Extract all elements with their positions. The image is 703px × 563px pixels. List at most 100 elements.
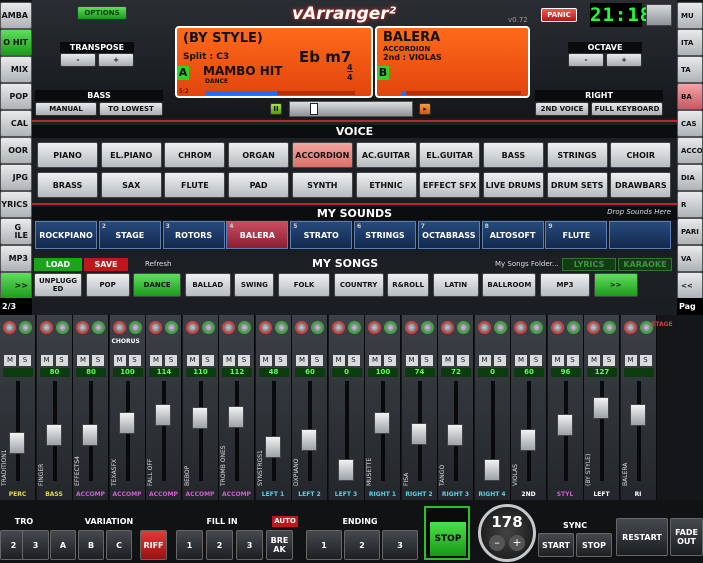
restart-button[interactable]: RESTART xyxy=(616,518,668,556)
right-sidebar-item[interactable]: ACCO xyxy=(677,137,703,164)
fill-button[interactable]: 2 xyxy=(206,530,233,560)
song-folder-button[interactable]: R&ROLL xyxy=(387,273,430,297)
sound-slot[interactable]: 3 ROTORS xyxy=(162,221,225,249)
pan-knob-icon[interactable] xyxy=(76,321,89,334)
voice-button[interactable]: SAX xyxy=(100,172,162,198)
fill-button[interactable]: 3 xyxy=(236,530,263,560)
song-folder-button[interactable]: DANCE xyxy=(133,273,182,297)
mute-button[interactable]: M xyxy=(478,355,491,366)
left-sidebar-item[interactable]: POP xyxy=(0,83,32,110)
song-folder-button[interactable]: >> xyxy=(593,273,638,297)
voice-button[interactable]: EL.GUITAR xyxy=(419,142,481,168)
voice-button[interactable]: AC.GUITAR xyxy=(355,142,417,168)
transpose-plus-button[interactable]: + xyxy=(98,53,134,67)
pan-knob-icon[interactable] xyxy=(441,321,454,334)
right-sidebar-item[interactable]: CAS xyxy=(677,110,703,137)
mute-button[interactable]: M xyxy=(259,355,272,366)
song-folder-button[interactable]: BALLROOM xyxy=(482,273,537,297)
volume-fader[interactable] xyxy=(447,423,463,446)
song-folder-button[interactable]: SWING xyxy=(234,273,275,297)
voice-button[interactable]: LIVE DRUMS xyxy=(482,172,544,198)
mute-button[interactable]: M xyxy=(369,355,381,366)
var-button[interactable]: RIFF xyxy=(140,530,167,560)
reverb-knob-icon[interactable] xyxy=(92,321,105,334)
mute-button[interactable]: M xyxy=(624,355,637,366)
right-sidebar-item[interactable]: TA xyxy=(677,56,703,83)
volume-fader[interactable] xyxy=(556,413,573,436)
mute-button[interactable]: M xyxy=(4,355,16,366)
voice-button[interactable]: DRAWBARS xyxy=(610,172,672,198)
options-button[interactable]: OPTIONS xyxy=(77,6,127,20)
volume-fader[interactable] xyxy=(9,431,25,454)
pan-knob-icon[interactable] xyxy=(514,321,527,334)
sound-slot[interactable]: 6 STRINGS xyxy=(354,221,416,249)
reverb-knob-icon[interactable] xyxy=(311,321,324,334)
right-sidebar-item[interactable]: PARI xyxy=(677,218,703,245)
solo-button[interactable]: S xyxy=(420,355,433,366)
reverb-knob-icon[interactable] xyxy=(55,321,69,334)
var-button[interactable]: B xyxy=(78,530,104,560)
mute-button[interactable]: M xyxy=(186,355,199,366)
octave-minus-button[interactable]: - xyxy=(568,53,604,67)
sound-slot[interactable] xyxy=(609,221,672,249)
songs-folder-link[interactable]: My Songs Folder... xyxy=(495,260,559,268)
solo-button[interactable]: S xyxy=(165,355,177,366)
solo-button[interactable]: S xyxy=(201,355,214,366)
solo-button[interactable]: S xyxy=(493,355,506,366)
save-button[interactable]: SAVE xyxy=(84,258,128,271)
bass-manual-button[interactable]: MANUAL xyxy=(35,102,97,116)
octave-plus-button[interactable]: + xyxy=(606,53,642,67)
end-button[interactable]: 3 xyxy=(382,530,418,560)
solo-button[interactable]: S xyxy=(384,355,396,366)
lyrics-button[interactable]: LYRICS xyxy=(562,258,616,271)
pan-knob-icon[interactable] xyxy=(258,321,272,334)
var-button[interactable]: C xyxy=(106,530,132,560)
reverb-knob-icon[interactable] xyxy=(238,321,251,334)
reverb-knob-icon[interactable] xyxy=(603,321,616,334)
pan-knob-icon[interactable] xyxy=(39,321,53,334)
volume-fader[interactable] xyxy=(264,435,281,458)
sync-stop-button[interactable]: STOP xyxy=(576,533,612,557)
sound-slot[interactable]: 9 FLUTE xyxy=(545,221,608,249)
play-button[interactable]: ▸ xyxy=(419,103,431,115)
volume-fader[interactable] xyxy=(337,459,354,481)
reverb-knob-icon[interactable] xyxy=(347,321,361,334)
sound-slot[interactable]: 4 BALERA xyxy=(226,221,289,249)
mute-button[interactable]: M xyxy=(77,355,89,366)
solo-button[interactable]: S xyxy=(457,355,469,366)
intro-button[interactable]: 3 xyxy=(22,530,49,560)
volume-fader[interactable] xyxy=(82,423,98,446)
panic-button[interactable]: PANIC xyxy=(541,8,577,22)
voice-button[interactable]: BRASS xyxy=(37,172,98,198)
solo-button[interactable]: S xyxy=(55,355,68,366)
song-folder-button[interactable]: FOLK xyxy=(278,273,330,297)
solo-button[interactable]: S xyxy=(639,355,652,366)
karaoke-button[interactable]: KARAOKE xyxy=(618,258,672,271)
left-sidebar-item[interactable]: CAL xyxy=(0,110,32,137)
right-sidebar-item[interactable]: << xyxy=(677,272,703,299)
pan-knob-icon[interactable] xyxy=(149,321,162,334)
sound-slot[interactable]: 8 ALTOSOFT xyxy=(481,221,544,249)
song-position-slider[interactable] xyxy=(289,101,413,117)
song-folder-button[interactable]: UNPLUGG ED xyxy=(34,273,82,297)
mute-button[interactable]: M xyxy=(515,355,527,366)
load-button[interactable]: LOAD xyxy=(34,258,82,271)
reverb-knob-icon[interactable] xyxy=(420,321,434,334)
sound-slot[interactable]: 5 STRATO xyxy=(290,221,353,249)
window-controls-icon[interactable] xyxy=(646,4,672,26)
pan-knob-icon[interactable] xyxy=(368,321,381,334)
volume-fader[interactable] xyxy=(45,423,62,446)
mute-button[interactable]: M xyxy=(40,355,53,366)
second-voice-button[interactable]: 2ND VOICE xyxy=(535,102,589,116)
voice-button[interactable]: CHOIR xyxy=(610,142,672,168)
fill-button[interactable]: BRE AK xyxy=(266,530,293,560)
volume-fader[interactable] xyxy=(228,405,244,428)
transpose-minus-button[interactable]: - xyxy=(60,53,96,67)
pan-knob-icon[interactable] xyxy=(550,321,564,334)
mute-button[interactable]: M xyxy=(223,355,235,366)
mute-button[interactable]: M xyxy=(332,355,345,366)
pan-knob-icon[interactable] xyxy=(185,321,199,334)
reverb-knob-icon[interactable] xyxy=(493,321,507,334)
volume-fader[interactable] xyxy=(520,429,536,452)
solo-button[interactable]: S xyxy=(311,355,323,366)
